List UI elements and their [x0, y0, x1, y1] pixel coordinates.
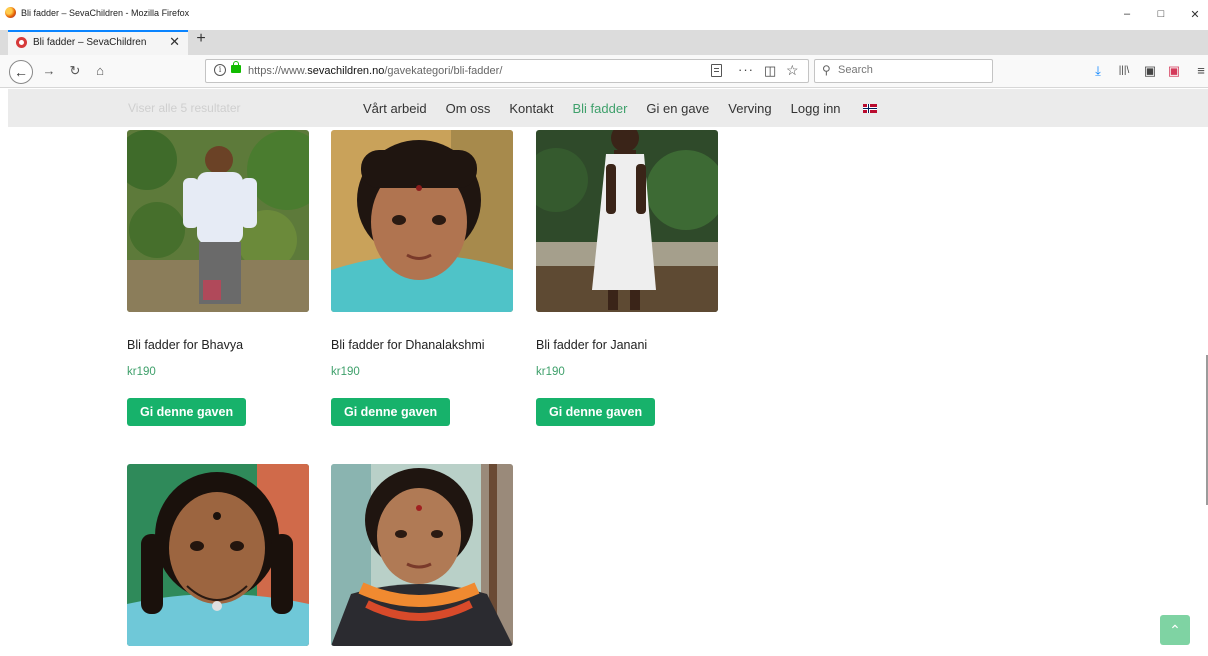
- scroll-to-top-button[interactable]: ⌃: [1160, 615, 1190, 645]
- tab-close-icon[interactable]: ✕: [169, 34, 180, 50]
- window-titlebar: Bli fadder – SevaChildren - Mozilla Fire…: [0, 0, 1208, 30]
- site-navigation: Viser alle 5 resultater Vårt arbeid Om o…: [8, 89, 1208, 127]
- minimize-button[interactable]: –: [1117, 8, 1137, 20]
- product-price: kr190: [536, 366, 565, 378]
- pocket-icon[interactable]: ◫: [764, 63, 776, 79]
- download-icon[interactable]: ⤓: [1090, 63, 1106, 79]
- result-count: Viser alle 5 resultater: [128, 101, 241, 115]
- back-button[interactable]: ←: [9, 60, 33, 84]
- product-photo[interactable]: [331, 464, 513, 646]
- close-window-button[interactable]: ✕: [1185, 8, 1205, 21]
- main-menu: Vårt arbeid Om oss Kontakt Bli fadder Gi…: [363, 89, 877, 127]
- bookmark-star-icon[interactable]: ☆: [786, 62, 799, 79]
- search-bar[interactable]: ⚲: [814, 59, 993, 83]
- firefox-logo-icon: [5, 7, 16, 18]
- product-name[interactable]: Bli fadder for Bhavya: [127, 338, 243, 352]
- url-bar[interactable]: i https://www.sevachildren.no/gavekatego…: [205, 59, 809, 83]
- sidebar-icon[interactable]: ▣: [1142, 63, 1158, 79]
- menu-item-bli-fadder[interactable]: Bli fadder: [572, 101, 627, 116]
- hamburger-menu-icon[interactable]: ≡: [1193, 63, 1208, 78]
- menu-item-kontakt[interactable]: Kontakt: [509, 101, 553, 116]
- url-text[interactable]: https://www.sevachildren.no/gavekategori…: [248, 65, 502, 77]
- tab-strip: Bli fadder – SevaChildren ✕: [0, 30, 1208, 55]
- menu-item-verving[interactable]: Verving: [728, 101, 771, 116]
- product-name[interactable]: Bli fadder for Janani: [536, 338, 647, 352]
- forward-button[interactable]: →: [41, 63, 57, 78]
- maximize-button[interactable]: □: [1151, 8, 1171, 20]
- home-button[interactable]: ⌂: [92, 63, 108, 78]
- product-name[interactable]: Bli fadder for Dhanalakshmi: [331, 338, 485, 352]
- menu-item-logg-inn[interactable]: Logg inn: [791, 101, 841, 116]
- product-price: kr190: [331, 366, 360, 378]
- menu-item-om-oss[interactable]: Om oss: [446, 101, 491, 116]
- product-price: kr190: [127, 366, 156, 378]
- site-info-icon[interactable]: i: [214, 64, 226, 76]
- library-icon[interactable]: |||\: [1116, 65, 1132, 76]
- product-photo[interactable]: [127, 464, 309, 646]
- search-icon: ⚲: [822, 63, 831, 77]
- new-tab-button[interactable]: +: [193, 30, 209, 48]
- norway-flag-icon[interactable]: [862, 103, 877, 113]
- tab-label: Bli fadder – SevaChildren: [33, 37, 147, 48]
- sevachildren-favicon-icon: [16, 37, 27, 48]
- navigation-toolbar: ← → ↻ ⌂ i https://www.sevachildren.no/ga…: [0, 55, 1208, 88]
- give-gift-button[interactable]: Gi denne gaven: [127, 398, 247, 426]
- page-actions-more-icon[interactable]: ···: [738, 62, 754, 77]
- product-photo[interactable]: [536, 130, 718, 312]
- menu-item-gi-en-gave[interactable]: Gi en gave: [646, 101, 709, 116]
- pocket-menu-icon[interactable]: ▣: [1166, 63, 1182, 79]
- reader-view-icon[interactable]: [711, 64, 722, 77]
- product-photo[interactable]: [331, 130, 513, 312]
- secure-lock-icon: [231, 61, 241, 73]
- window-title: Bli fadder – SevaChildren - Mozilla Fire…: [21, 8, 190, 18]
- give-gift-button[interactable]: Gi denne gaven: [331, 398, 451, 426]
- give-gift-button[interactable]: Gi denne gaven: [536, 398, 656, 426]
- menu-item-vart-arbeid[interactable]: Vårt arbeid: [363, 101, 427, 116]
- product-photo[interactable]: [127, 130, 309, 312]
- search-input[interactable]: [838, 64, 988, 76]
- reload-button[interactable]: ↻: [67, 63, 83, 79]
- tab-active[interactable]: Bli fadder – SevaChildren ✕: [8, 30, 188, 55]
